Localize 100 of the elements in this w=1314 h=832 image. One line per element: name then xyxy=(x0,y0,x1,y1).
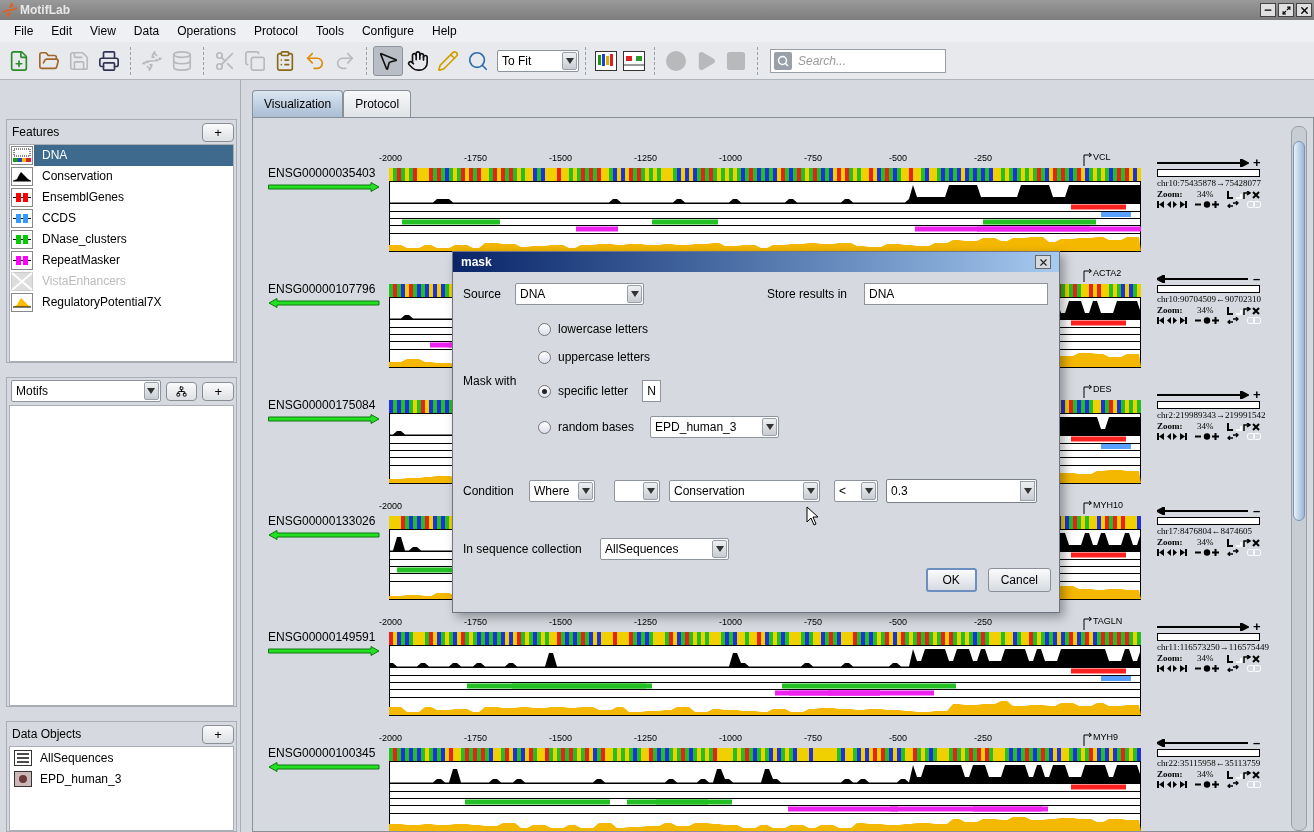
cancel-button[interactable]: Cancel xyxy=(987,568,1051,592)
zoom-bar[interactable] xyxy=(1157,517,1260,525)
helix-icon xyxy=(141,49,163,72)
data-object-item[interactable]: AllSequences xyxy=(10,747,233,768)
navigation-icons-drawing[interactable] xyxy=(1157,549,1187,556)
zoom-bar[interactable] xyxy=(1157,401,1260,409)
swap-icon[interactable] xyxy=(1227,317,1239,324)
zoom-dropdown[interactable]: To Fit xyxy=(497,49,579,72)
feature-item[interactable]: EnsemblGenes xyxy=(10,187,233,208)
menu-item[interactable]: Protocol xyxy=(244,22,307,40)
data-object-item[interactable]: EPD_human_3 xyxy=(10,768,233,789)
ok-button[interactable]: OK xyxy=(925,568,977,592)
radio-button[interactable] xyxy=(538,384,551,398)
feature-item[interactable]: RegulatoryPotential7X xyxy=(10,292,233,313)
gene-label: VCL xyxy=(1093,152,1112,162)
menu-item[interactable]: Configure xyxy=(352,22,423,40)
feature-item[interactable]: RepeatMasker xyxy=(10,250,233,271)
navigation-icons-drawing[interactable] xyxy=(1157,665,1187,672)
feature-item[interactable]: CCDS xyxy=(10,208,233,229)
pointer-button[interactable] xyxy=(373,45,403,76)
tab[interactable]: Visualization xyxy=(252,90,344,117)
add-button[interactable]: + xyxy=(202,381,234,401)
radio-button[interactable] xyxy=(538,420,551,434)
navigation-icons-drawing[interactable] xyxy=(1157,201,1187,208)
source-dropdown[interactable]: DNA xyxy=(515,283,644,305)
swap-icon[interactable] xyxy=(1227,781,1239,788)
dropdown-arrow-icon xyxy=(864,488,873,494)
navigation-icons-drawing[interactable] xyxy=(1157,781,1187,788)
strand-sign: – xyxy=(1253,506,1261,516)
swap-icon[interactable] xyxy=(1227,433,1239,440)
close-icon xyxy=(1037,256,1049,268)
dropdown-arrow-icon xyxy=(565,57,574,64)
zoom-bar[interactable] xyxy=(1157,169,1260,177)
collection-dropdown[interactable]: AllSequences xyxy=(600,538,729,560)
swap-icon[interactable] xyxy=(1227,549,1239,556)
swap-icon[interactable] xyxy=(1227,665,1239,672)
add-button[interactable]: + xyxy=(202,724,234,744)
zoom-controls-drawing[interactable] xyxy=(1195,781,1219,788)
ruler-label: -750 xyxy=(804,153,822,163)
alignment-icons-drawing[interactable] xyxy=(1227,190,1261,199)
condition-dropdown[interactable]: Where xyxy=(529,480,595,502)
zoom-bar[interactable] xyxy=(1157,749,1260,757)
zoom-bar[interactable] xyxy=(1157,285,1260,293)
menu-item[interactable]: File xyxy=(5,22,43,40)
menu-item[interactable]: View xyxy=(81,22,125,40)
right-arrow-icon xyxy=(1157,159,1249,167)
strand-sign: + xyxy=(1253,390,1261,400)
zoom-controls-drawing[interactable] xyxy=(1195,549,1219,556)
zoom-bar[interactable] xyxy=(1157,633,1260,641)
swap-icon[interactable] xyxy=(1227,201,1239,208)
menu-item[interactable]: Tools xyxy=(306,22,353,40)
ruler-label: -1500 xyxy=(549,617,573,627)
alignment-icons-drawing[interactable] xyxy=(1227,538,1261,547)
minimize-button[interactable] xyxy=(1260,3,1276,17)
tree-button[interactable] xyxy=(165,381,198,401)
copy-icon xyxy=(244,49,266,72)
zoom-controls-drawing[interactable] xyxy=(1195,201,1219,208)
add-button[interactable]: + xyxy=(202,122,234,142)
feature-item[interactable]: DNase_clusters xyxy=(10,229,233,250)
scrollbar[interactable] xyxy=(1291,126,1307,831)
menu-item[interactable]: Operations xyxy=(168,22,245,40)
condition-dropdown[interactable]: Conservation xyxy=(669,480,820,502)
coordinates: chr11:116573250→116575449 xyxy=(1157,642,1269,653)
scissors-icon xyxy=(214,49,236,72)
gene-label: DES xyxy=(1093,384,1113,394)
value-combo-field[interactable]: 0.3 xyxy=(886,479,1037,503)
close-button[interactable] xyxy=(1035,255,1051,269)
condition-dropdown[interactable]: < xyxy=(834,480,878,502)
ruler-label: -750 xyxy=(804,617,822,627)
ruler-label: -1250 xyxy=(634,617,658,627)
sequence-name: ENSG00000149591 xyxy=(268,630,377,644)
zoom-controls-drawing[interactable] xyxy=(1195,317,1219,324)
navigation-icons-drawing[interactable] xyxy=(1157,317,1187,324)
zoom-controls-drawing[interactable] xyxy=(1195,665,1219,672)
field-label: Source xyxy=(463,286,503,303)
maximize-button[interactable] xyxy=(1278,3,1294,17)
tab[interactable]: Protocol xyxy=(343,90,412,117)
folder-icon xyxy=(38,49,60,72)
alignment-icons-drawing[interactable] xyxy=(1227,770,1261,779)
dropdown-arrow-icon xyxy=(1023,488,1032,494)
zoom-value: 34% xyxy=(1197,305,1215,316)
menu-item[interactable]: Edit xyxy=(42,22,82,40)
zoom-controls-drawing[interactable] xyxy=(1195,433,1219,440)
close-button[interactable] xyxy=(1296,3,1312,17)
radio-button[interactable] xyxy=(538,322,551,336)
coordinates: chr22:35115958←35113759 xyxy=(1157,758,1262,769)
ruler-label: -1000 xyxy=(719,617,743,627)
store-results-field[interactable]: DNA xyxy=(864,283,1048,305)
motifs-dropdown[interactable]: Motifs xyxy=(11,380,161,402)
alignment-icons-drawing[interactable] xyxy=(1227,422,1261,431)
alignment-icons-drawing[interactable] xyxy=(1227,306,1261,315)
letter-field[interactable]: N xyxy=(642,380,662,402)
condition-dropdown[interactable] xyxy=(614,480,660,502)
alignment-icons-drawing[interactable] xyxy=(1227,654,1261,663)
menu-item[interactable]: Data xyxy=(124,22,169,40)
menu-item[interactable]: Help xyxy=(422,22,466,40)
feature-item[interactable]: Conservation xyxy=(10,166,233,187)
bases-dropdown[interactable]: EPD_human_3 xyxy=(650,416,780,438)
navigation-icons-drawing[interactable] xyxy=(1157,433,1187,440)
radio-button[interactable] xyxy=(538,350,551,364)
